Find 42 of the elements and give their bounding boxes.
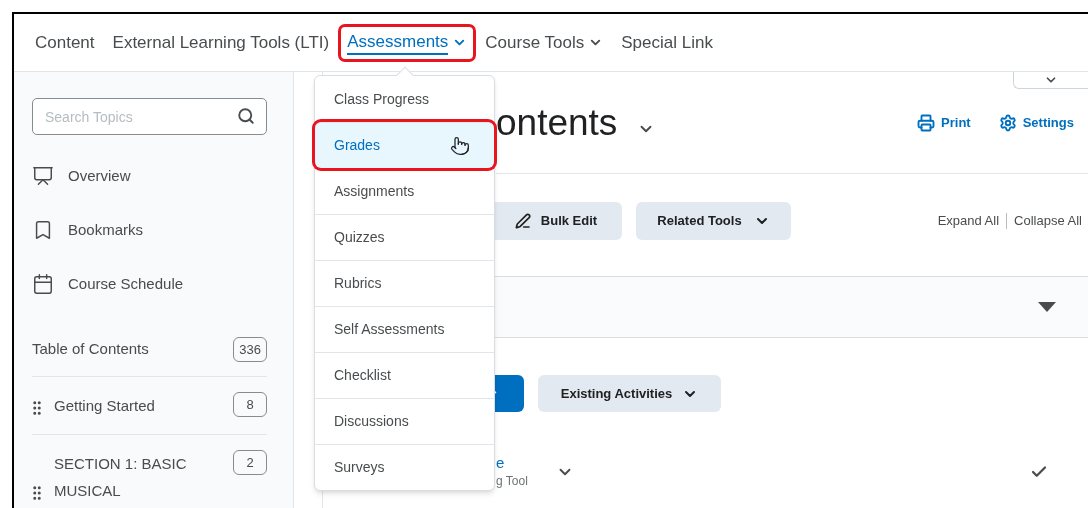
print-button[interactable]: Print (917, 112, 971, 133)
nav-link[interactable]: Course Tools (479, 27, 610, 58)
sidebar-item[interactable]: Course Schedule (68, 272, 184, 296)
menu-item[interactable]: Rubrics (315, 260, 494, 306)
topic-link[interactable]: e (496, 454, 528, 472)
count-badge: 2 (233, 450, 267, 475)
page-title: ontents (496, 100, 618, 145)
menu-item[interactable]: Discussions (315, 398, 494, 444)
gear-icon (998, 113, 1017, 132)
nav-link[interactable]: Content (29, 27, 101, 58)
search-field[interactable]: Search Topics (32, 98, 267, 135)
menu-item[interactable]: Class Progress (315, 76, 494, 122)
nav-link[interactable]: External Learning Tools (LTI) (106, 27, 336, 58)
hand-cursor-icon (450, 136, 470, 156)
sidebar-item[interactable]: Overview (68, 164, 131, 188)
existing-activities-button[interactable]: Existing Activities (538, 375, 721, 412)
nav-link[interactable]: Special Link (615, 27, 719, 58)
topic-type: g Tool (496, 473, 528, 490)
module-title[interactable]: Getting Started (54, 392, 194, 419)
collapse-toggle[interactable] (1013, 72, 1088, 89)
calendar-icon (32, 273, 54, 295)
menu-item[interactable]: Grades (315, 122, 494, 168)
expand-all-link[interactable]: Expand All (937, 211, 1000, 231)
sidebar-item[interactable]: Bookmarks (68, 218, 144, 242)
nav-link[interactable]: Assessments (341, 26, 474, 59)
presentation-icon (32, 165, 54, 187)
menu-item[interactable]: Self Assessments (315, 306, 494, 352)
count-badge: 8 (233, 392, 267, 417)
menu-item[interactable]: Checklist (315, 352, 494, 398)
settings-button[interactable]: Settings (998, 112, 1074, 133)
search-icon[interactable] (237, 107, 255, 125)
menu-item[interactable]: Assignments (315, 168, 494, 214)
menu-item[interactable]: Surveys (315, 444, 494, 490)
printer-icon (917, 113, 936, 132)
count-badge: 336 (233, 337, 267, 362)
menu-item[interactable]: Quizzes (315, 214, 494, 260)
related-tools-button[interactable]: Related Tools (636, 202, 791, 240)
pencil-icon (514, 213, 531, 229)
collapse-all-link[interactable]: Collapse All (1014, 211, 1082, 231)
module-title[interactable]: SECTION 1: BASIC MUSICAL (54, 450, 194, 504)
toc-title[interactable]: Table of Contents (32, 338, 149, 361)
dropdown-triangle-icon[interactable] (1038, 302, 1056, 312)
